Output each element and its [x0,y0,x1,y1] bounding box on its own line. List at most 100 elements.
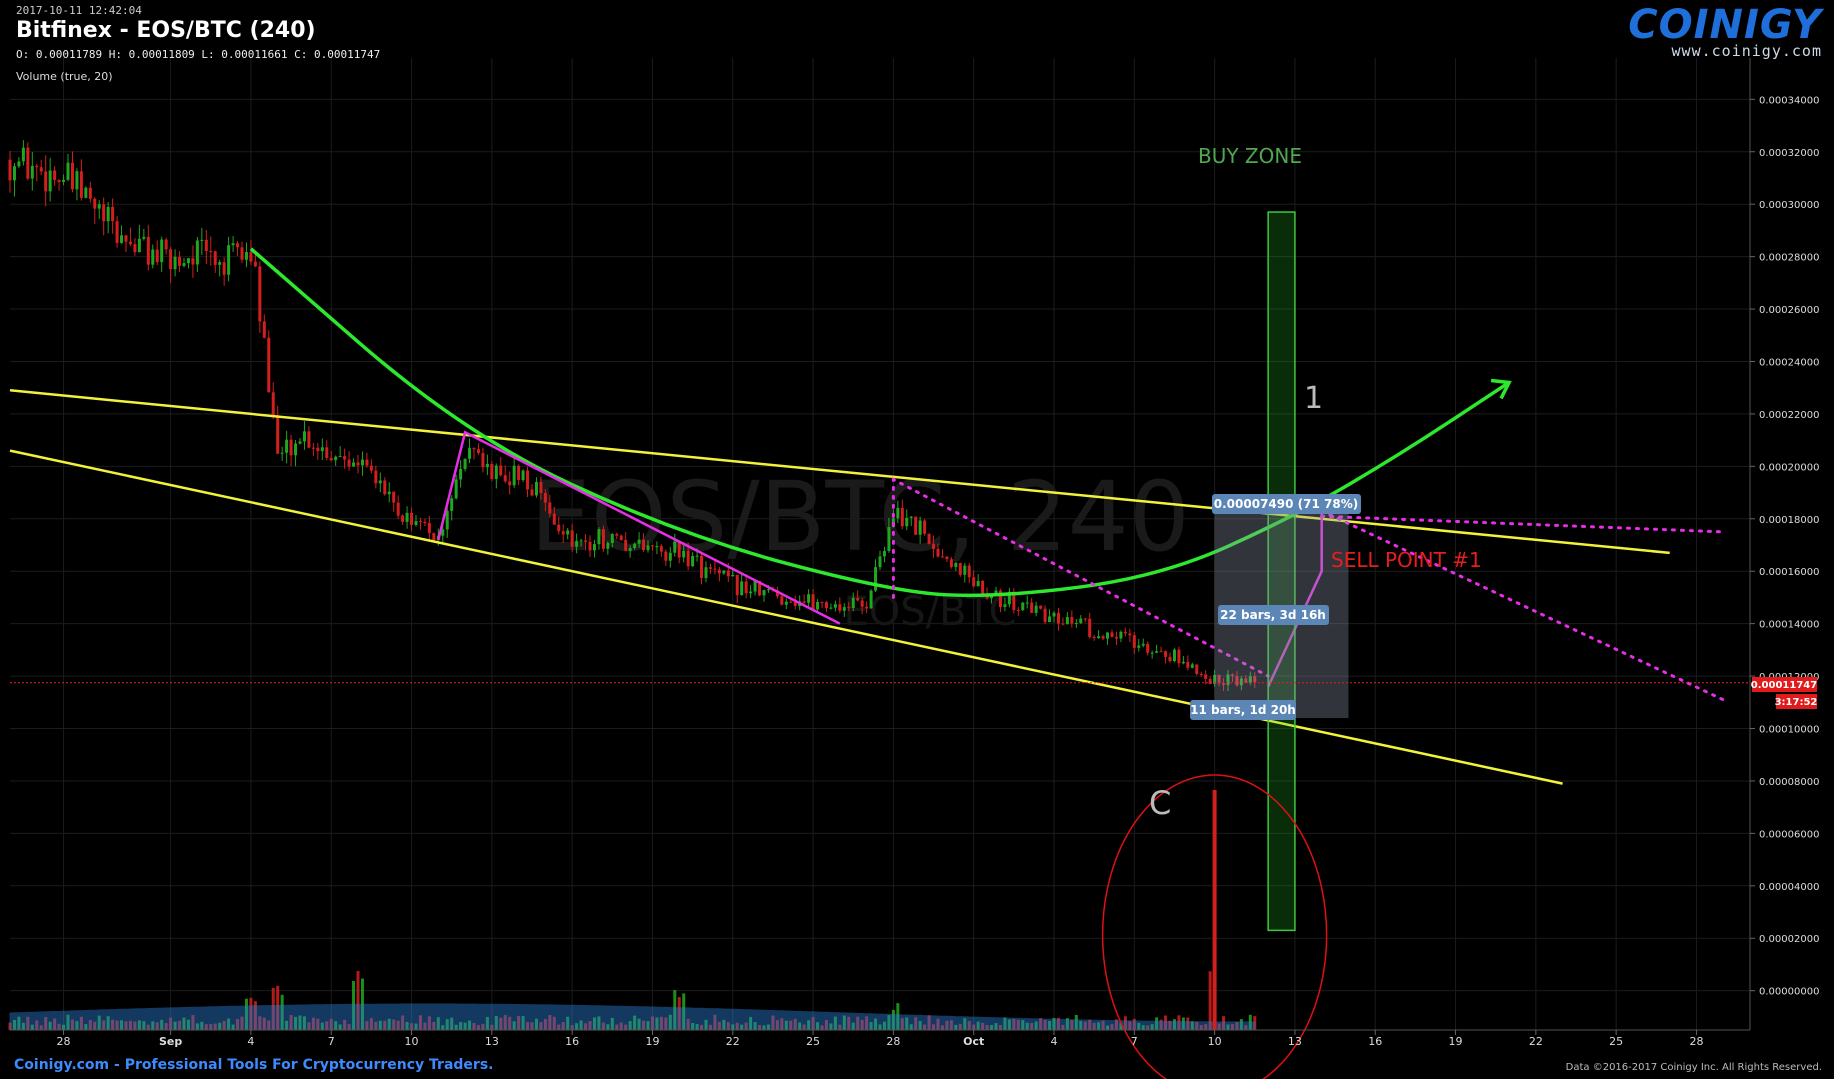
candle-body [369,465,373,471]
candle-body [887,527,891,551]
candle-body [896,507,900,519]
y-tick-label: 0.00006000 [1759,829,1819,840]
coinigy-logo[interactable]: COINIGY www.coinigy.com [1628,2,1822,60]
candle-body [396,502,400,516]
candle-body [1003,604,1007,608]
y-tick-label: 0.00010000 [1759,725,1819,736]
candle-body [918,520,922,535]
y-tick-label: 0.00024000 [1759,357,1819,368]
candle-body [490,463,494,479]
candle-body [476,449,480,453]
candle-body [588,541,592,551]
candle-body [133,244,137,253]
y-tick-label: 0.00004000 [1759,882,1819,893]
volume-bars [8,970,1257,1031]
candle-body [302,431,306,442]
candle-body [454,479,458,499]
candle-body [646,545,650,551]
candle-body [700,555,704,579]
candle-body [378,480,382,484]
candle-body [356,462,360,466]
candle-body [128,241,132,245]
candle-body [740,581,744,596]
x-tick-label: 16 [1368,1035,1382,1048]
candle-body [1021,602,1025,611]
candle-body [1048,616,1052,623]
candle-body [749,591,753,594]
candle-body [945,556,949,560]
x-tick-label: 25 [806,1035,820,1048]
y-tick-label: 0.00026000 [1759,305,1819,316]
x-tick-label: 16 [565,1035,579,1048]
y-tick-label: 0.00018000 [1759,515,1819,526]
candle-body [900,507,904,527]
candle-body [182,263,186,266]
candle-body [66,162,70,180]
candle-body [401,515,405,522]
candle-body [84,187,88,198]
candle-body [650,545,654,547]
candle-body [610,534,614,543]
candle-body [316,447,320,452]
candle-body [258,266,262,322]
candle-body [164,239,168,250]
candle-body [427,523,431,534]
candle-body [517,465,521,481]
candle-body [1132,635,1136,648]
candle-body [392,491,396,503]
x-tick-label: 10 [405,1035,419,1048]
candle-body [1043,608,1047,623]
candle-body [923,520,927,534]
candle-body [731,574,735,577]
candle-body [35,165,39,168]
y-tick-label: 0.00016000 [1759,567,1819,578]
volume-indicator-label[interactable]: Volume (true, 20) [16,70,113,83]
price-chart[interactable]: EOS/BTC, 240 EOS/BTC BUY ZONE SELL POINT… [0,0,1834,1079]
candle-body [320,447,324,452]
x-tick-label: 19 [645,1035,659,1048]
candle-body [521,470,525,481]
candle-body [57,179,61,182]
candle-body [642,539,646,551]
candle-body [169,249,173,270]
candle-body [789,601,793,603]
candle-body [914,516,918,535]
candle-body [262,321,266,338]
candle-body [213,251,217,265]
footer-link[interactable]: Coinigy.com - Professional Tools For Cry… [14,1057,493,1073]
candle-body [668,552,672,561]
sell-point-label: SELL POINT #1 [1331,548,1482,572]
x-axis: 28 Sep 4 7 10 13 16 19 22 25 28 Oct 4 7 10 13 16 19 22 25 28 [10,1029,1750,1048]
candle-body [204,239,208,252]
candle-body [936,548,940,557]
candle-body [499,465,503,476]
x-tick-label: 19 [1449,1035,1463,1048]
candle-body [352,462,356,467]
candle-body [526,470,530,490]
candle-body [878,556,882,568]
candle-body [450,498,454,511]
candle-body [271,392,275,416]
x-tick-label: 13 [1288,1035,1302,1048]
candle-body [1146,643,1150,653]
candle-body [347,459,351,467]
candle-body [976,580,980,587]
candle-body [468,448,472,459]
candle-body [151,249,155,265]
candle-body [766,589,770,591]
x-tick-label: Sep [159,1035,182,1048]
candle-body [570,530,574,547]
candle-body [963,565,967,575]
candle-body [311,447,315,449]
candle-body [244,252,248,260]
candle-body [1190,664,1194,668]
candle-body [142,236,146,239]
candle-body [717,569,721,574]
candle-body [695,555,699,557]
candle-body [240,247,244,260]
candle-body [784,601,788,605]
candle-body [8,159,12,181]
candle-body [418,521,422,523]
candle-body [869,590,873,609]
candle-body [494,465,498,479]
